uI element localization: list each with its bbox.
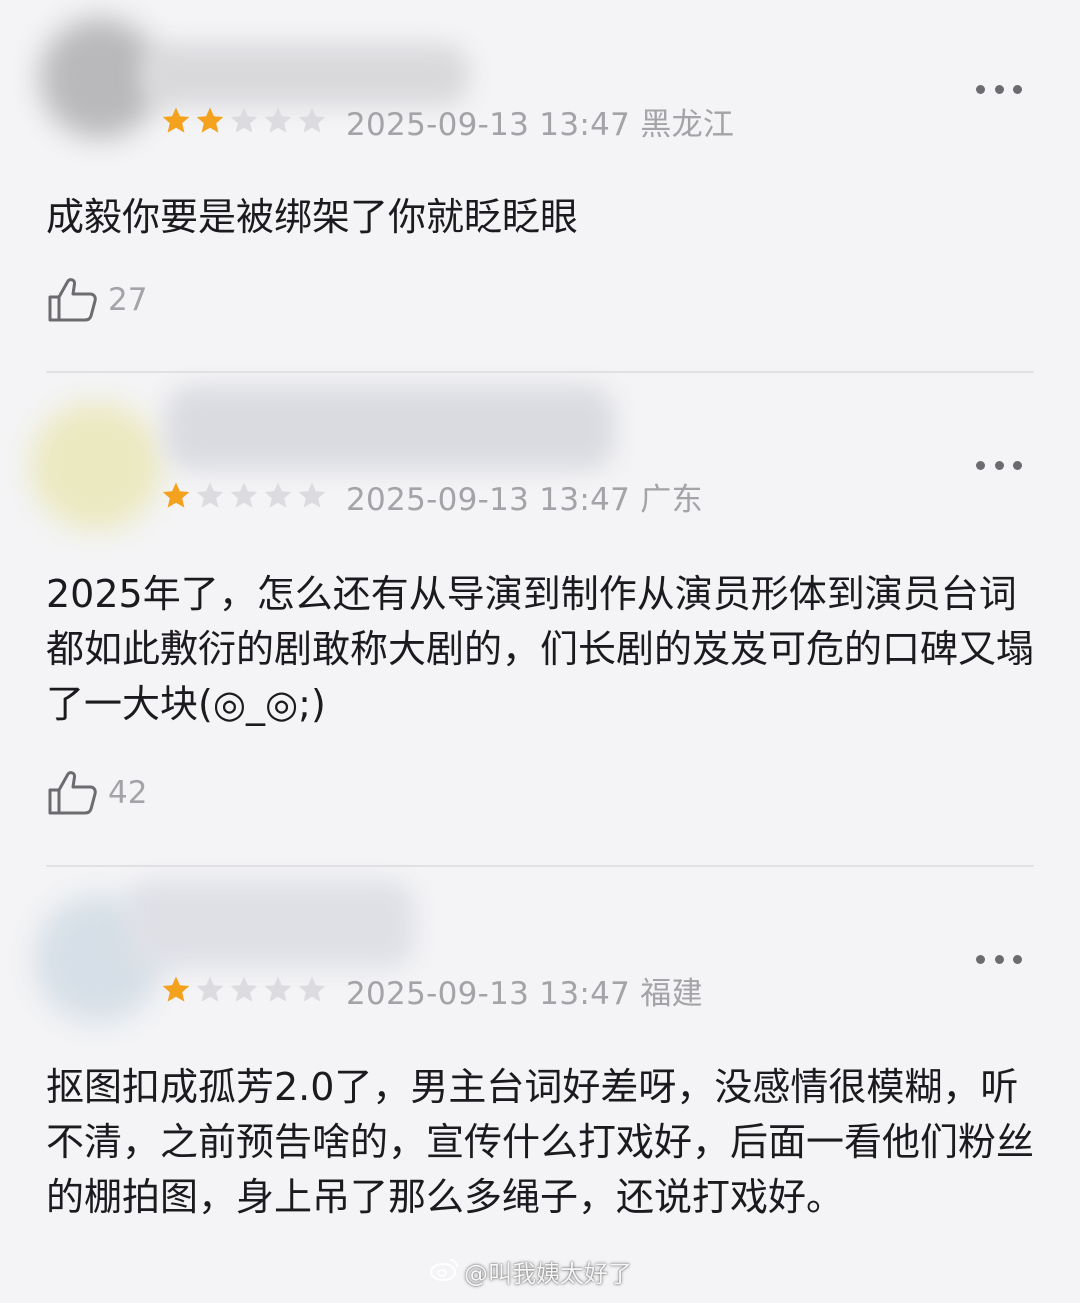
thumbs-up-icon xyxy=(46,770,98,816)
comment-text: 抠图扣成孤芳2.0了，男主台词好差呀，没感情很模糊，听不清，之前预告啥的，宣传什… xyxy=(46,1065,1035,1219)
star-icon xyxy=(196,482,224,508)
rating-meta-row: 2025-09-13 13:47 广东 xyxy=(160,476,703,518)
star-icon xyxy=(264,482,292,508)
username-blurred[interactable] xyxy=(140,44,470,106)
star-icon xyxy=(264,107,292,133)
star-icon xyxy=(298,482,326,508)
star-rating xyxy=(160,480,328,512)
star-icon xyxy=(162,976,190,1002)
username-blurred[interactable] xyxy=(125,880,415,968)
divider xyxy=(46,371,1034,373)
star-icon xyxy=(298,107,326,133)
like-button[interactable]: 42 xyxy=(46,770,147,816)
star-rating xyxy=(160,974,328,1006)
like-count: 42 xyxy=(108,775,148,811)
divider xyxy=(46,865,1034,867)
more-dots-icon[interactable] xyxy=(976,952,1022,966)
star-icon xyxy=(162,107,190,133)
timestamp-location: 2025-09-13 13:47 福建 xyxy=(346,975,703,1012)
star-icon xyxy=(230,107,258,133)
star-rating xyxy=(160,105,328,137)
watermark: @叫我姨太好了 xyxy=(430,1254,632,1289)
avatar[interactable] xyxy=(30,402,162,530)
star-icon xyxy=(162,482,190,508)
watermark-text: @叫我姨太好了 xyxy=(464,1260,632,1288)
timestamp-location: 2025-09-13 13:47 广东 xyxy=(346,481,703,518)
like-button[interactable]: 27 xyxy=(46,277,147,323)
more-dots-icon[interactable] xyxy=(976,458,1022,472)
star-icon xyxy=(230,482,258,508)
star-icon xyxy=(230,976,258,1002)
weibo-logo-icon xyxy=(430,1256,464,1288)
star-icon xyxy=(196,976,224,1002)
star-icon xyxy=(264,976,292,1002)
more-dots-icon[interactable] xyxy=(976,82,1022,96)
star-icon xyxy=(298,976,326,1002)
comment-text: 2025年了，怎么还有从导演到制作从演员形体到演员台词都如此敷衍的剧敢称大剧的，… xyxy=(46,572,1035,726)
like-count: 27 xyxy=(108,282,148,318)
timestamp-location: 2025-09-13 13:47 黑龙江 xyxy=(346,106,735,143)
username-blurred[interactable] xyxy=(165,386,615,470)
rating-meta-row: 2025-09-13 13:47 黑龙江 xyxy=(160,101,735,143)
rating-meta-row: 2025-09-13 13:47 福建 xyxy=(160,970,703,1012)
comment-text: 成毅你要是被绑架了你就眨眨眼 xyxy=(46,195,579,239)
thumbs-up-icon xyxy=(46,277,98,323)
star-icon xyxy=(196,107,224,133)
